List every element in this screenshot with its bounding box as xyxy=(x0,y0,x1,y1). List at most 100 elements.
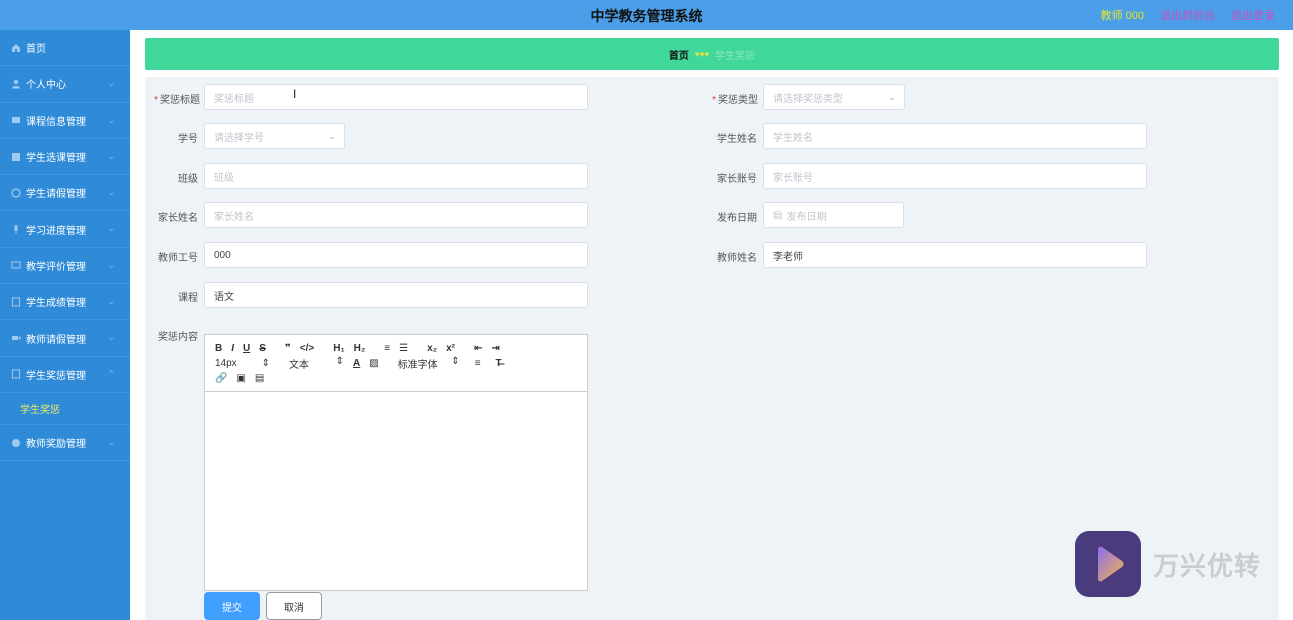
sort-arrows-icon: ⇕ xyxy=(261,358,270,369)
student-name-input[interactable]: 学生姓名 xyxy=(763,123,1147,149)
doc-icon xyxy=(12,297,20,307)
text-cursor-icon: I xyxy=(293,87,297,101)
clear-format-icon[interactable]: T̶ xyxy=(496,358,502,369)
breadcrumb-home[interactable]: 首页 xyxy=(669,47,689,62)
sidebar: 首页 个人中心 ⌄ 课程信息管理 ⌄ 学生选课管理 ⌄ 学生请假管理 ⌄ 学习进… xyxy=(0,30,130,620)
sidebar-item-home[interactable]: 首页 xyxy=(0,30,130,67)
chevron-down-icon: ⌄ xyxy=(888,92,896,102)
sort-arrows-icon: ⇕ xyxy=(335,356,344,367)
font-color-icon[interactable]: A xyxy=(353,358,360,369)
heading1-button[interactable]: H₁ xyxy=(333,343,344,354)
video-icon[interactable]: ▤ xyxy=(255,373,264,384)
globe-icon xyxy=(12,438,20,447)
teacher-no-input[interactable]: 000 xyxy=(204,242,588,268)
play-logo-icon xyxy=(1075,531,1141,597)
text-style-select[interactable]: 文本 ⇕ xyxy=(289,356,344,371)
sidebar-item-label: 学生成绩管理 xyxy=(26,298,86,310)
underline-button[interactable]: U xyxy=(243,343,250,354)
chevron-down-icon: ⌄ xyxy=(107,296,115,307)
indent-button[interactable]: ⇥ xyxy=(491,343,499,354)
play-shape-icon xyxy=(1098,546,1124,582)
sidebar-item-label: 教师奖励管理 xyxy=(26,439,86,451)
outdent-button[interactable]: ⇤ xyxy=(474,343,482,354)
chevron-down-icon: ⌄ xyxy=(107,223,115,234)
student-name-label: 学生姓名 xyxy=(717,134,757,145)
strikethrough-button[interactable]: S xyxy=(259,343,266,354)
align-icon[interactable]: ≡ xyxy=(475,358,481,369)
sidebar-item-label: 首页 xyxy=(26,44,46,56)
chevron-down-icon: ⌄ xyxy=(107,150,115,161)
chevron-down-icon: ⌄ xyxy=(107,436,115,447)
reward-title-label: * 奖惩标题 xyxy=(154,95,200,106)
sidebar-item-course-info[interactable]: 课程信息管理 ⌄ xyxy=(0,103,130,139)
chevron-down-icon: ⌄ xyxy=(328,131,336,141)
student-no-select[interactable]: 请选择学号 ⌄ xyxy=(204,123,345,149)
editor-toolbar: B I U S ❞ </> H₁ H₂ ≡ ☰ x₂ x² ⇤ ⇥ 14px ⇕ … xyxy=(205,335,587,392)
calendar-icon: ▤ xyxy=(773,209,783,221)
subscript-button[interactable]: x₂ xyxy=(427,343,437,354)
reward-type-label: * 奖惩类型 xyxy=(712,95,758,106)
code-block-button[interactable]: </> xyxy=(300,343,314,354)
teacher-no-label: 教师工号 xyxy=(158,253,198,264)
sidebar-item-progress[interactable]: 学习进度管理 ⌄ xyxy=(0,211,130,248)
mic-icon xyxy=(14,225,18,234)
sidebar-item-course-selection[interactable]: 学生选课管理 ⌄ xyxy=(0,139,130,176)
class-label: 班级 xyxy=(178,174,198,185)
chevron-up-icon: ⌃ xyxy=(107,368,115,379)
bullet-list-button[interactable]: ☰ xyxy=(399,343,408,354)
class-input[interactable]: 班级 xyxy=(204,163,588,189)
blockquote-button[interactable]: ❞ xyxy=(285,343,291,354)
chevron-down-icon: ⌄ xyxy=(107,78,115,89)
sidebar-item-teacher-leave[interactable]: 教师请假管理 ⌄ xyxy=(0,320,130,357)
clock-icon xyxy=(11,188,21,198)
app-title: 中学教务管理系统 xyxy=(590,8,703,24)
submit-button[interactable]: 提交 xyxy=(204,592,260,620)
content-label: 奖惩内容 xyxy=(158,332,198,343)
heading2-button[interactable]: H₂ xyxy=(354,343,366,354)
video-icon xyxy=(12,336,21,341)
sidebar-item-student-leave[interactable]: 学生请假管理 ⌄ xyxy=(0,175,130,212)
parent-name-input[interactable]: 家长姓名 xyxy=(204,202,588,228)
font-size-select[interactable]: 14px ⇕ xyxy=(215,358,270,369)
sidebar-item-grades[interactable]: 学生成绩管理 ⌄ xyxy=(0,284,130,321)
editor-content-area[interactable] xyxy=(205,392,587,590)
bold-button[interactable]: B xyxy=(215,343,222,354)
italic-button[interactable]: I xyxy=(231,343,234,354)
sidebar-item-label: 学习进度管理 xyxy=(26,225,86,237)
course-input[interactable]: 语文 xyxy=(204,282,588,308)
breadcrumb-current: 学生奖惩 xyxy=(715,50,756,62)
grid-icon xyxy=(12,117,20,124)
top-bar: 中学教务管理系统 教师 000 退出到前台 退出登录 xyxy=(0,0,1293,30)
sidebar-item-label: 学生请假管理 xyxy=(26,189,86,201)
sidebar-item-student-rewards[interactable]: 学生奖惩管理 ⌃ xyxy=(0,357,130,393)
cancel-button[interactable]: 取消 xyxy=(266,592,322,620)
sidebar-subitem-student-rewards[interactable]: 学生奖惩 xyxy=(0,393,130,425)
user-icon xyxy=(12,79,20,89)
back-to-frontend-link[interactable]: 退出到前台 xyxy=(1160,7,1215,23)
student-no-label: 学号 xyxy=(178,134,198,145)
logout-link[interactable]: 退出登录 xyxy=(1231,7,1275,23)
superscript-button[interactable]: x² xyxy=(446,343,455,354)
background-color-icon[interactable]: ▨ xyxy=(369,358,378,369)
parent-account-input[interactable]: 家长账号 xyxy=(763,163,1147,189)
sort-arrows-icon: ⇕ xyxy=(451,356,460,367)
sidebar-item-teacher-rewards[interactable]: 教师奖励管理 ⌄ xyxy=(0,425,130,462)
rich-text-editor: B I U S ❞ </> H₁ H₂ ≡ ☰ x₂ x² ⇤ ⇥ 14px ⇕ … xyxy=(204,334,588,591)
sidebar-item-evaluation[interactable]: 教学评价管理 ⌄ xyxy=(0,248,130,285)
font-family-select[interactable]: 标准字体 ⇕ xyxy=(398,356,460,371)
teacher-name-input[interactable]: 李老师 xyxy=(763,242,1147,268)
reward-type-select[interactable]: 请选择奖惩类型 ⌄ xyxy=(763,84,905,110)
image-icon[interactable]: ▣ xyxy=(236,373,245,384)
current-user: 教师 000 xyxy=(1100,10,1144,22)
breadcrumb: 首页 ♥♥♥ 学生奖惩 xyxy=(145,38,1279,70)
watermark: 万兴优转 xyxy=(1075,531,1261,597)
sidebar-item-profile[interactable]: 个人中心 ⌄ xyxy=(0,66,130,103)
reward-title-input[interactable]: 奖惩标题 xyxy=(204,84,588,110)
sidebar-item-label: 学生选课管理 xyxy=(26,153,86,165)
publish-date-picker[interactable]: ▤ 发布日期 xyxy=(763,202,904,228)
sidebar-item-label: 教师请假管理 xyxy=(26,334,86,346)
chevron-down-icon: ⌄ xyxy=(107,259,115,270)
grid-icon xyxy=(12,152,20,161)
link-icon[interactable]: 🔗 xyxy=(215,373,227,384)
ordered-list-button[interactable]: ≡ xyxy=(384,343,390,354)
